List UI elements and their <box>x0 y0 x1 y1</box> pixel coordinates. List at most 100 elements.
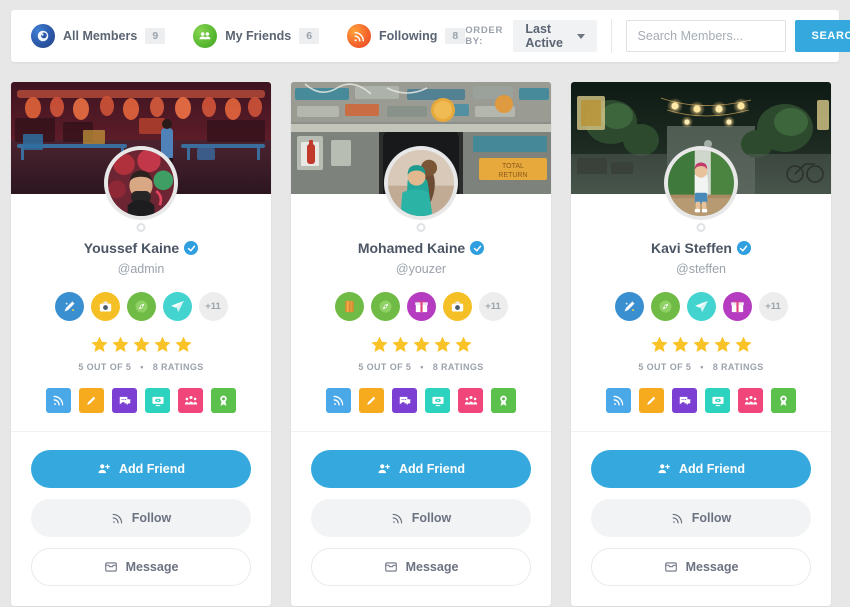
member-card: Kavi Steffen @steffen +11 5 OUT OF 5 • 8… <box>571 82 831 606</box>
star-icon <box>90 336 108 352</box>
award-icon[interactable] <box>771 388 796 413</box>
chat-icon[interactable] <box>392 388 417 413</box>
verified-badge-icon <box>736 241 751 255</box>
order-by-select[interactable]: Last Active <box>513 20 597 52</box>
add-user-icon <box>98 464 110 474</box>
social-links <box>571 388 831 431</box>
compass-badge[interactable] <box>126 292 156 321</box>
paperplane-badge[interactable] <box>162 292 192 321</box>
camera-badge[interactable] <box>90 292 120 321</box>
follow-button[interactable]: Follow <box>311 499 531 537</box>
add-friend-button[interactable]: Add Friend <box>311 450 531 488</box>
order-by-label: ORDER BY: <box>465 25 504 47</box>
member-actions: Add Friend Follow Message <box>291 431 551 606</box>
follow-button[interactable]: Follow <box>31 499 251 537</box>
tab-count-badge: 9 <box>145 27 166 45</box>
rating-summary: 5 OUT OF 5 • 8 RATINGS <box>571 362 831 372</box>
rss-icon[interactable] <box>46 388 71 413</box>
add-user-icon <box>378 464 390 474</box>
star-icon <box>370 336 388 352</box>
rating-count: 8 RATINGS <box>152 362 204 372</box>
online-status-indicator <box>136 223 146 232</box>
award-icon[interactable] <box>211 388 236 413</box>
book-badge[interactable] <box>334 292 364 321</box>
add-friend-label: Add Friend <box>119 462 185 476</box>
compass-badge[interactable] <box>370 292 400 321</box>
gift-badge[interactable] <box>406 292 436 321</box>
follow-label: Follow <box>411 511 452 525</box>
add-friend-button[interactable]: Add Friend <box>31 450 251 488</box>
group-icon[interactable] <box>738 388 763 413</box>
rss-icon[interactable] <box>606 388 631 413</box>
pen-badge[interactable] <box>54 292 84 321</box>
pen-badge[interactable] <box>614 292 644 321</box>
badge-more-count[interactable]: +11 <box>478 292 508 321</box>
group-icon[interactable] <box>178 388 203 413</box>
add-friend-label: Add Friend <box>399 462 465 476</box>
avatar-area <box>291 146 551 240</box>
add-friend-button[interactable]: Add Friend <box>591 450 811 488</box>
member-name[interactable]: Youssef Kaine <box>84 240 179 256</box>
message-button[interactable]: Message <box>311 548 531 586</box>
message-button[interactable]: Message <box>591 548 811 586</box>
verified-badge-icon <box>470 241 485 255</box>
star-rating <box>291 335 551 354</box>
camera-badge[interactable] <box>442 292 472 321</box>
rating-score: 5 OUT OF 5 <box>358 362 412 372</box>
member-name[interactable]: Mohamed Kaine <box>358 240 465 256</box>
search-button[interactable]: SEARCH <box>794 20 850 52</box>
tab-label: Following <box>379 29 438 43</box>
message-label: Message <box>405 560 459 574</box>
gift-badge[interactable] <box>722 292 752 321</box>
search-input[interactable] <box>625 20 786 52</box>
award-icon[interactable] <box>491 388 516 413</box>
member-handle: @steffen <box>676 262 726 276</box>
avatar-area <box>571 146 831 240</box>
chat-icon[interactable] <box>672 388 697 413</box>
follow-button[interactable]: Follow <box>591 499 811 537</box>
group-icon[interactable] <box>458 388 483 413</box>
badge-more-count[interactable]: +11 <box>758 292 788 321</box>
pencil-icon[interactable] <box>359 388 384 413</box>
rss-icon[interactable] <box>326 388 351 413</box>
tab-my-friends[interactable]: My Friends 6 <box>193 24 320 48</box>
member-actions: Add Friend Follow Message <box>571 431 831 606</box>
toolbar-divider <box>610 19 612 53</box>
monitor-icon[interactable] <box>705 388 730 413</box>
message-icon <box>384 562 397 572</box>
tab-count-badge: 8 <box>445 27 466 45</box>
pencil-icon[interactable] <box>79 388 104 413</box>
svg-text:RETURN: RETURN <box>498 172 527 179</box>
monitor-icon[interactable] <box>425 388 450 413</box>
monitor-icon[interactable] <box>145 388 170 413</box>
verified-badge-icon <box>184 241 199 255</box>
member-name[interactable]: Kavi Steffen <box>651 240 732 256</box>
tab-following[interactable]: Following 8 <box>347 24 466 48</box>
pencil-icon[interactable] <box>639 388 664 413</box>
paperplane-badge[interactable] <box>686 292 716 321</box>
svg-text:TOTAL: TOTAL <box>502 163 524 170</box>
avatar-area <box>11 146 271 240</box>
member-handle: @admin <box>117 262 165 276</box>
chat-icon[interactable] <box>112 388 137 413</box>
rating-separator: • <box>140 362 144 372</box>
star-icon <box>734 336 752 352</box>
add-user-icon <box>658 464 670 474</box>
rss-icon <box>672 513 682 523</box>
star-icon <box>433 336 451 352</box>
message-icon <box>104 562 117 572</box>
member-identity: Kavi Steffen @steffen <box>571 240 831 276</box>
members-toolbar: All Members 9 My Friends 6 Following 8 O… <box>11 10 850 62</box>
avatar[interactable] <box>104 146 178 220</box>
message-label: Message <box>685 560 739 574</box>
member-card: Youssef Kaine @admin +11 5 OUT OF 5 • 8 … <box>11 82 271 606</box>
compass-badge[interactable] <box>650 292 680 321</box>
tab-all-members[interactable]: All Members 9 <box>31 24 166 48</box>
message-button[interactable]: Message <box>31 548 251 586</box>
social-links <box>11 388 271 431</box>
avatar[interactable] <box>384 146 458 220</box>
tab-count-badge: 6 <box>299 27 320 45</box>
avatar[interactable] <box>664 146 738 220</box>
achievement-badges: +11 <box>571 292 831 321</box>
badge-more-count[interactable]: +11 <box>198 292 228 321</box>
